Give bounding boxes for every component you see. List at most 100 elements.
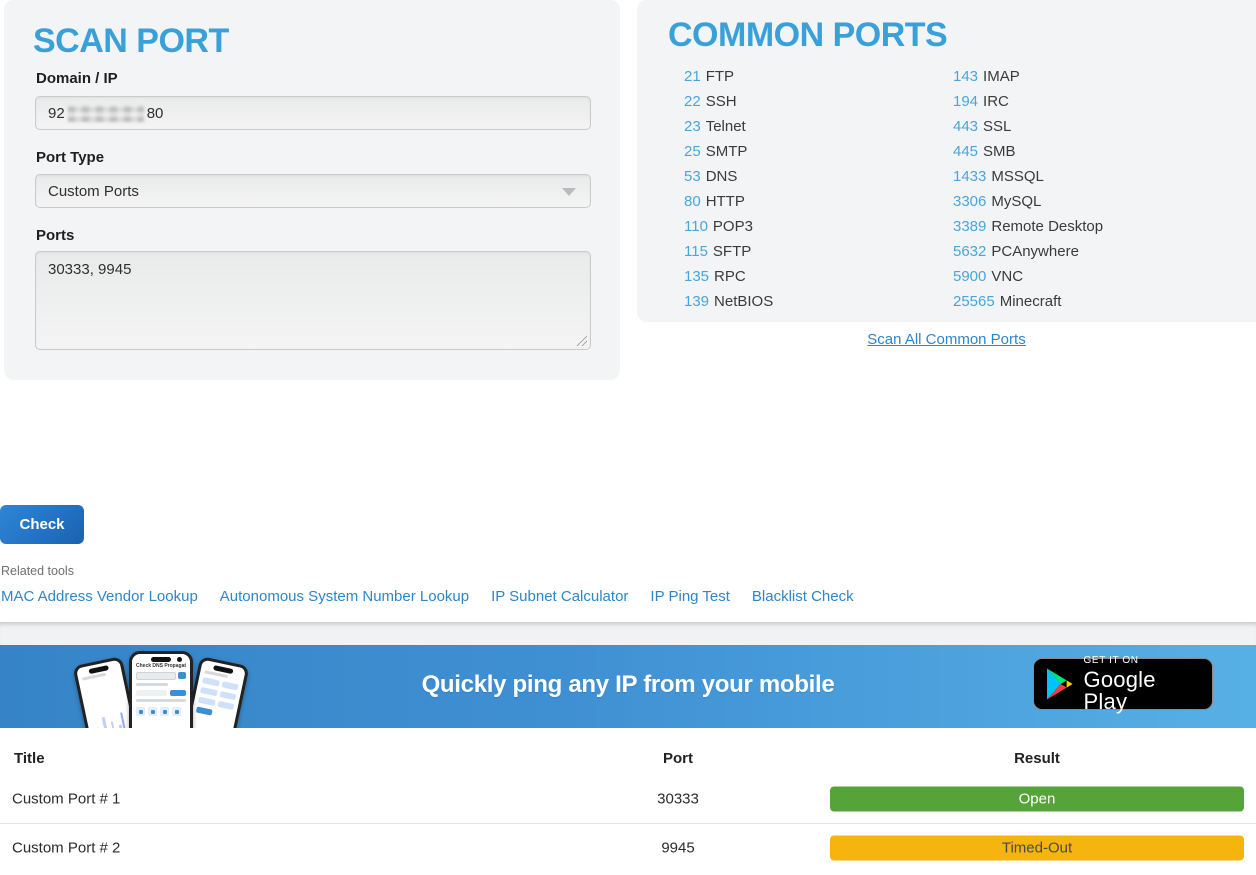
status-badge: Timed-Out	[830, 836, 1244, 861]
results-header-result: Result	[830, 750, 1244, 767]
common-ports-title: COMMON PORTS	[668, 16, 947, 55]
port-number: 53	[684, 168, 701, 185]
related-tools-label: Related tools	[1, 564, 74, 578]
common-port-item: 445 SMB	[953, 139, 1103, 164]
resize-handle-icon[interactable]	[575, 334, 587, 346]
common-port-item: 3306 MySQL	[953, 189, 1103, 214]
phone-app-icons	[136, 707, 186, 716]
port-service-name: SMTP	[706, 143, 748, 160]
google-play-wordmark: Google Play	[1084, 669, 1199, 713]
port-service-name: RPC	[714, 268, 746, 285]
port-service-name: POP3	[713, 218, 753, 235]
common-port-item: 5632 PCAnywhere	[953, 239, 1103, 264]
result-row-title: Custom Port # 1	[12, 791, 120, 808]
related-tools-links: MAC Address Vendor Lookup Autonomous Syst…	[1, 588, 901, 605]
port-service-name: SFTP	[713, 243, 751, 260]
related-tool-link[interactable]: IP Subnet Calculator	[491, 588, 628, 605]
port-service-name: FTP	[706, 68, 734, 85]
promo-banner: Check DNS Propagation Quickly ping any I…	[0, 645, 1256, 728]
port-service-name: VNC	[991, 268, 1023, 285]
common-port-item: 21 FTP	[684, 64, 773, 89]
status-badge: Open	[830, 787, 1244, 812]
ports-label: Ports	[36, 227, 74, 244]
results-header-title: Title	[14, 750, 45, 767]
common-port-item: 80 HTTP	[684, 189, 773, 214]
domain-ip-label: Domain / IP	[36, 70, 118, 87]
scan-all-common-ports-link[interactable]: Scan All Common Ports	[637, 331, 1256, 348]
common-port-item: 139 NetBIOS	[684, 289, 773, 314]
port-service-name: DNS	[706, 168, 738, 185]
phone-screen-title: Check DNS Propagation	[136, 663, 186, 669]
common-port-item: 23Telnet	[684, 114, 773, 139]
port-number: 110	[684, 218, 708, 235]
port-service-name: SSH	[706, 93, 737, 110]
scan-port-title: SCAN PORT	[33, 22, 229, 61]
phone-mockup-center: Check DNS Propagation	[129, 651, 193, 728]
port-number: 139	[684, 293, 709, 310]
common-port-item: 5900 VNC	[953, 264, 1103, 289]
google-play-get-it-on: GET IT ON	[1084, 656, 1199, 666]
common-port-item: 135RPC	[684, 264, 773, 289]
port-number: 3306	[953, 193, 986, 210]
ports-textarea[interactable]: 30333, 9945	[35, 251, 591, 350]
port-service-name: SMB	[983, 143, 1016, 160]
domain-ip-redacted-blur	[68, 105, 144, 122]
common-port-item: 25 SMTP	[684, 139, 773, 164]
port-number: 1433	[953, 168, 986, 185]
result-row-port: 9945	[578, 840, 778, 857]
ping-chart-bars	[90, 709, 132, 728]
common-ports-column-1: 21 FTP 22SSH23Telnet 25 SMTP 53 DNS 80 HTTP 110 PO…	[684, 64, 773, 314]
common-port-item: 22SSH	[684, 89, 773, 114]
port-number: 25	[684, 143, 701, 160]
port-number: 5632	[953, 243, 986, 260]
port-number: 23	[684, 118, 701, 135]
table-row: Custom Port # 130333Open	[0, 775, 1256, 823]
common-port-item: 115 SFTP	[684, 239, 773, 264]
port-service-name: MSSQL	[991, 168, 1044, 185]
related-tool-link[interactable]: Blacklist Check	[752, 588, 854, 605]
common-ports-column-2: 143 IMAP 194 IRC 443 SSL 445 SMB 1433 MSSQL 3306 My…	[953, 64, 1103, 314]
scan-port-page: SCAN PORT Domain / IP 92 80 Port Type Cu…	[0, 0, 1256, 875]
common-port-item: 443 SSL	[953, 114, 1103, 139]
domain-ip-input[interactable]: 92 80	[35, 96, 591, 130]
port-number: 143	[953, 68, 978, 85]
port-type-select[interactable]: Custom Ports	[35, 174, 591, 208]
section-divider	[0, 622, 1256, 645]
phone-notch	[151, 657, 171, 662]
results-header-port: Port	[578, 750, 778, 767]
port-service-name: IMAP	[983, 68, 1020, 85]
related-tool-link[interactable]: MAC Address Vendor Lookup	[1, 588, 198, 605]
result-row-title: Custom Port # 2	[12, 840, 120, 857]
port-type-selected-value: Custom Ports	[48, 183, 139, 200]
port-service-name: HTTP	[706, 193, 745, 210]
common-port-item: 3389Remote Desktop	[953, 214, 1103, 239]
google-play-badge[interactable]: GET IT ON Google Play	[1033, 658, 1213, 710]
related-tool-link[interactable]: Autonomous System Number Lookup	[220, 588, 469, 605]
domain-ip-value-prefix: 92	[48, 105, 65, 122]
port-service-name: PCAnywhere	[991, 243, 1079, 260]
port-number: 25565	[953, 293, 995, 310]
common-port-item: 194 IRC	[953, 89, 1103, 114]
port-number: 443	[953, 118, 978, 135]
results-table: Title Port Result Custom Port # 130333Op…	[0, 728, 1256, 875]
port-service-name: NetBIOS	[714, 293, 773, 310]
table-row: Custom Port # 2 9945 Timed-Out	[0, 823, 1256, 872]
port-service-name: SSL	[983, 118, 1011, 135]
port-number: 3389	[953, 218, 986, 235]
port-number: 21	[684, 68, 701, 85]
port-service-name: IRC	[983, 93, 1009, 110]
port-number: 194	[953, 93, 978, 110]
chevron-down-icon	[562, 188, 576, 196]
port-number: 80	[684, 193, 701, 210]
port-service-name: MySQL	[991, 193, 1041, 210]
port-number: 5900	[953, 268, 986, 285]
related-tool-link[interactable]: IP Ping Test	[650, 588, 730, 605]
check-button[interactable]: Check	[0, 505, 84, 544]
port-number: 445	[953, 143, 978, 160]
common-port-item: 25565Minecraft	[953, 289, 1103, 314]
google-play-icon	[1047, 668, 1073, 700]
port-number: 115	[684, 243, 708, 260]
common-port-item: 143 IMAP	[953, 64, 1103, 89]
phone-camera-dot	[177, 657, 182, 662]
scan-port-card: SCAN PORT Domain / IP 92 80 Port Type Cu…	[4, 0, 620, 380]
